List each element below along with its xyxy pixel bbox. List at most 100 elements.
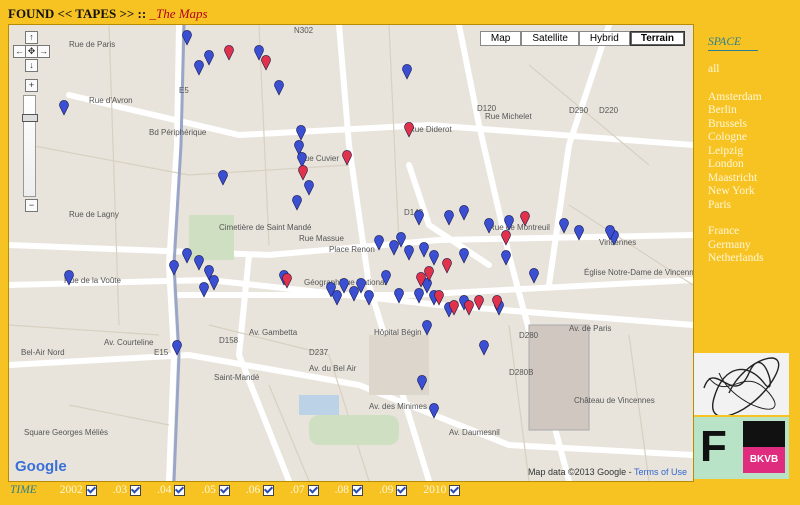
- year-checkbox[interactable]: [449, 484, 461, 496]
- title-subtitle: _The Maps: [149, 6, 208, 21]
- google-logo[interactable]: Google: [15, 458, 67, 475]
- country-link-france[interactable]: France: [708, 225, 764, 239]
- city-link-leipzig[interactable]: Leipzig: [708, 145, 764, 159]
- space-all-link[interactable]: all: [708, 63, 764, 77]
- year-option: .09: [379, 484, 408, 496]
- year-checkbox[interactable]: [130, 484, 142, 496]
- map-street-label: Place Renon: [329, 245, 375, 254]
- zoom-in-button[interactable]: +: [25, 79, 38, 92]
- city-list: Amsterdam Berlin Brussels Cologne Leipzig Lon…: [708, 91, 764, 213]
- map-tiles[interactable]: Rue de Paris Rue d'Avron Rue Diderot Rue Mi…: [9, 25, 693, 481]
- year-option: .04: [157, 484, 186, 496]
- map-street-label: Av. Daumesnil: [449, 428, 500, 437]
- city-link-maastricht[interactable]: Maastricht: [708, 172, 764, 186]
- attribution-text: Map data ©2013 Google: [527, 467, 627, 477]
- sponsor-logo[interactable]: F BKVB: [694, 417, 789, 479]
- city-link-new-york[interactable]: New York: [708, 185, 764, 199]
- map-type-selector: Map Satellite Hybrid Terrain: [479, 31, 685, 46]
- city-link-berlin[interactable]: Berlin: [708, 104, 764, 118]
- map-street-label: Av. de Paris: [569, 324, 611, 333]
- map-canvas[interactable]: Rue de Paris Rue d'Avron Rue Diderot Rue Mi…: [8, 24, 694, 482]
- year-checkbox[interactable]: [263, 484, 275, 496]
- year-label: .04: [157, 484, 172, 496]
- space-filter: SPACE all Amsterdam Berlin Brussels Cologne…: [708, 36, 764, 266]
- tape-thumbnail[interactable]: [694, 353, 789, 417]
- map-street-label: Rue d'Avron: [89, 96, 133, 105]
- map-street-label: D280: [519, 331, 539, 340]
- city-link-amsterdam[interactable]: Amsterdam: [708, 91, 764, 105]
- sponsor-letter: F: [700, 422, 727, 471]
- terms-of-use-link[interactable]: Terms of Use: [634, 467, 687, 477]
- map-street-label: D220: [599, 106, 619, 115]
- map-street-label: E15: [154, 348, 169, 357]
- year-label: .06: [245, 484, 261, 496]
- map-street-label: Saint-Mandé: [214, 373, 260, 382]
- year-checkbox[interactable]: [396, 484, 408, 496]
- map-street-label: N302: [294, 26, 314, 35]
- country-link-netherlands[interactable]: Netherlands: [708, 252, 764, 266]
- zoom-slider[interactable]: [22, 95, 38, 197]
- map-street-label: Rue de Paris: [69, 40, 115, 49]
- year-checkbox[interactable]: [307, 484, 319, 496]
- map-street-label: Cimetière de Saint Mandé: [219, 223, 312, 232]
- year-option: .07: [290, 484, 319, 496]
- year-checkbox[interactable]: [218, 484, 230, 496]
- country-link-germany[interactable]: Germany: [708, 239, 764, 253]
- year-option: .08: [335, 484, 363, 496]
- country-list: France Germany Netherlands: [708, 225, 764, 266]
- year-label: 2010: [423, 484, 447, 496]
- map-attribution: Map data ©2013 Google - Terms of Use: [527, 467, 687, 477]
- map-street-label: Bel-Air Nord: [21, 348, 65, 357]
- map-type-terrain[interactable]: Terrain: [629, 31, 685, 46]
- map-street-label: Rue de Montreuil: [489, 223, 550, 232]
- page-title: FOUND << TAPES >> :: _The Maps: [8, 6, 208, 22]
- zoom-out-button[interactable]: −: [25, 199, 38, 212]
- year-label: .07: [290, 484, 305, 496]
- map-street-label: D290: [569, 106, 589, 115]
- pan-down-button[interactable]: ↓: [25, 59, 38, 72]
- time-filter: TIME 2002 .03 .04 .05 .06 .07 .08 .09 2010: [10, 484, 476, 496]
- map-street-label: E5: [179, 86, 189, 95]
- year-checkbox[interactable]: [85, 484, 97, 496]
- map-street-label: Av. Courteline: [104, 338, 154, 347]
- pan-right-button[interactable]: →: [37, 45, 50, 58]
- city-link-cologne[interactable]: Cologne: [708, 131, 764, 145]
- city-link-london[interactable]: London: [708, 158, 764, 172]
- year-checkbox[interactable]: [351, 484, 363, 496]
- year-list: 2002 .03 .04 .05 .06 .07 .08 .09 2010: [60, 484, 477, 496]
- time-heading: TIME: [10, 484, 37, 496]
- title-main: FOUND << TAPES >> ::: [8, 6, 147, 21]
- year-label: .03: [112, 484, 128, 496]
- map-street-label: Hôpital Bégin: [374, 328, 422, 337]
- map-street-label: Av. Gambetta: [249, 328, 298, 337]
- year-checkbox[interactable]: [174, 484, 186, 496]
- map-street-label: Bd Périphérique: [149, 128, 207, 137]
- year-option: .06: [245, 484, 275, 496]
- sponsor-brand: BKVB: [743, 447, 785, 473]
- map-type-hybrid[interactable]: Hybrid: [578, 31, 630, 46]
- map-type-satellite[interactable]: Satellite: [521, 31, 579, 46]
- year-option: 2002: [60, 484, 97, 496]
- city-link-brussels[interactable]: Brussels: [708, 118, 764, 132]
- map-type-map[interactable]: Map: [479, 31, 522, 46]
- map-street-label: D237: [309, 348, 329, 357]
- space-heading: SPACE: [708, 36, 742, 48]
- map-street-label: Rue Diderot: [409, 125, 452, 134]
- zoom-slider-thumb[interactable]: [22, 114, 38, 122]
- year-option: .05: [201, 484, 230, 496]
- map-street-label: D120: [477, 104, 497, 113]
- pan-up-button[interactable]: ↑: [25, 31, 38, 44]
- map-street-label: D280B: [509, 368, 533, 377]
- map-street-label: Av. du Bel Air: [309, 364, 357, 373]
- map-street-label: Vincennes: [599, 238, 636, 247]
- year-label: .05: [201, 484, 216, 496]
- year-label: .08: [334, 484, 349, 496]
- sponsor-textbox: [743, 421, 785, 447]
- tape-tangle-image: [703, 357, 780, 417]
- year-label: 2002: [59, 484, 83, 496]
- city-link-paris[interactable]: Paris: [708, 199, 764, 213]
- map-street-label: Rue de Lagny: [69, 210, 119, 219]
- map-street-label: Av. des Minimes: [369, 402, 427, 411]
- map-street-label: Église Notre-Dame de Vincennes: [584, 268, 693, 277]
- map-street-label: Château de Vincennes: [574, 396, 655, 405]
